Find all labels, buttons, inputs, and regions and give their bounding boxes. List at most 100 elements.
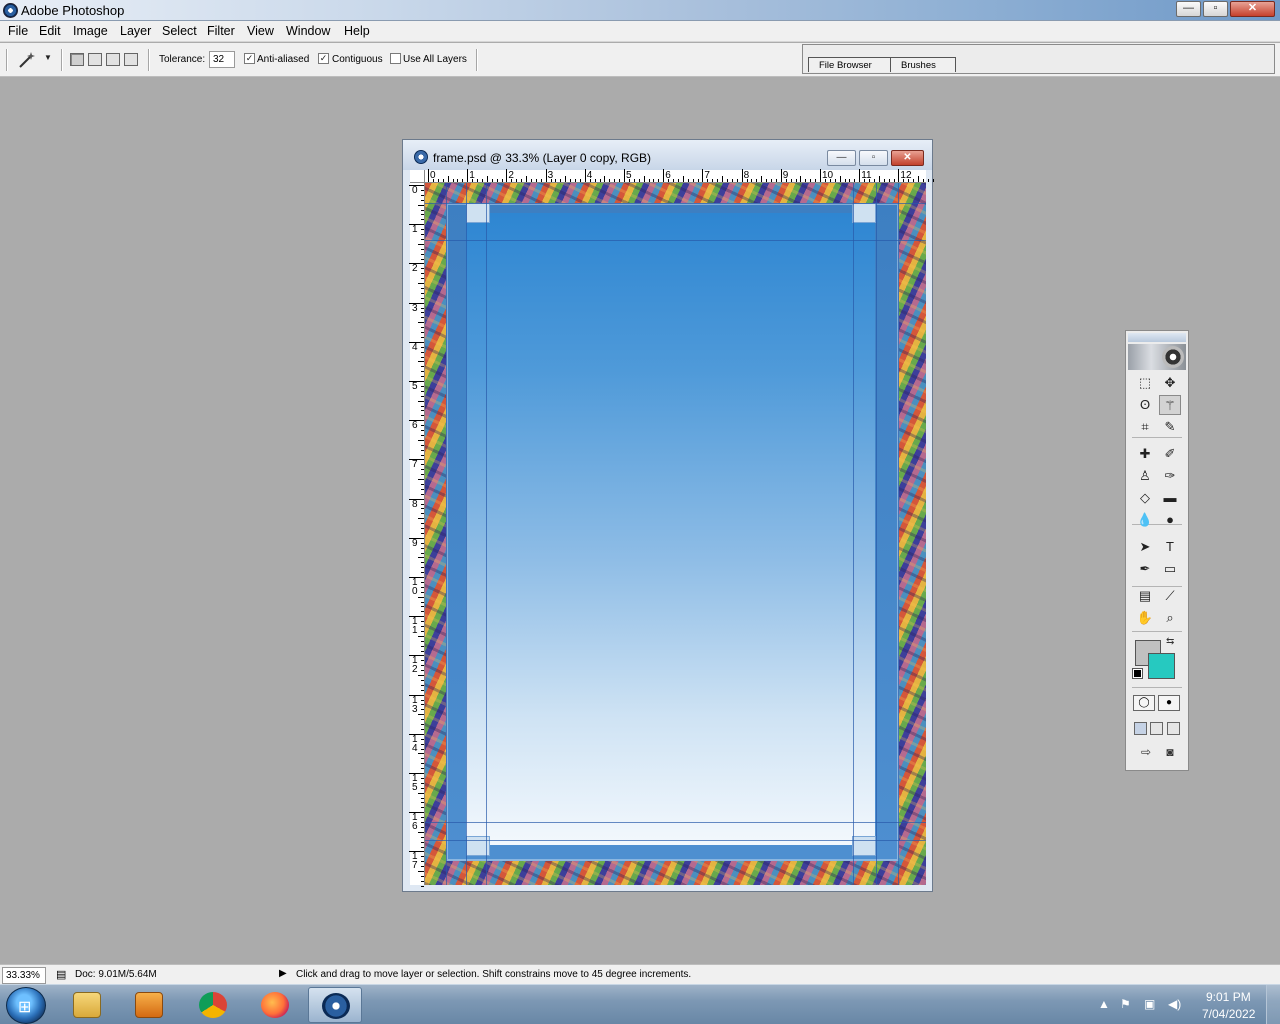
guide-horizontal[interactable] bbox=[425, 822, 926, 823]
new-selection-button[interactable] bbox=[70, 53, 84, 66]
guide-horizontal[interactable] bbox=[425, 240, 926, 241]
tool-preset-dropdown-icon[interactable]: ▼ bbox=[44, 53, 52, 62]
guide-vertical[interactable] bbox=[446, 183, 447, 885]
tab-brushes[interactable]: Brushes bbox=[890, 57, 956, 72]
lasso-icon[interactable]: ʘ bbox=[1134, 395, 1156, 415]
menu-edit[interactable]: Edit bbox=[39, 24, 61, 38]
guide-horizontal[interactable] bbox=[425, 840, 926, 841]
guide-horizontal[interactable] bbox=[425, 203, 926, 204]
move-icon[interactable]: ✥ bbox=[1159, 373, 1181, 393]
close-button[interactable]: ✕ bbox=[1230, 1, 1275, 17]
ruler-tick bbox=[421, 307, 424, 309]
path-selection-icon[interactable]: ➤ bbox=[1134, 537, 1156, 557]
adobe-online-button[interactable] bbox=[1128, 344, 1186, 370]
ruler-horizontal[interactable]: 0 1 2 3 4 5 6 7 8 9 10 11 12 bbox=[425, 169, 934, 183]
volume-icon[interactable]: ◀) bbox=[1168, 997, 1181, 1011]
eraser-icon[interactable]: ◇ bbox=[1134, 488, 1156, 508]
dodge-icon[interactable]: ● bbox=[1159, 510, 1181, 530]
guide-vertical[interactable] bbox=[853, 183, 854, 885]
photoshop-icon[interactable] bbox=[308, 987, 362, 1023]
eye-icon bbox=[1162, 346, 1184, 368]
camera-icon[interactable]: ◙ bbox=[1158, 745, 1182, 763]
magic-wand-icon[interactable] bbox=[16, 50, 38, 70]
toolbox-title-bar[interactable] bbox=[1128, 333, 1186, 342]
intersect-selection-button[interactable] bbox=[124, 53, 138, 66]
zoom-icon[interactable]: ⌕ bbox=[1159, 608, 1181, 628]
use-all-layers-checkbox[interactable] bbox=[390, 53, 401, 64]
jump-to-imageready-icon[interactable]: ⇨ bbox=[1134, 745, 1158, 763]
show-desktop-button[interactable] bbox=[1266, 985, 1280, 1024]
menu-view[interactable]: View bbox=[247, 24, 274, 38]
blur-icon[interactable]: 💧 bbox=[1134, 510, 1156, 530]
crop-icon[interactable]: ⌗ bbox=[1134, 417, 1156, 437]
action-center-flag-icon[interactable]: ⚑ bbox=[1120, 997, 1131, 1011]
brush-icon[interactable]: ✐ bbox=[1159, 444, 1181, 464]
guide-vertical[interactable] bbox=[876, 183, 877, 885]
rectangle-shape-icon[interactable]: ▭ bbox=[1159, 559, 1181, 579]
full-screen-mode-button[interactable] bbox=[1167, 722, 1180, 735]
chrome-icon[interactable] bbox=[186, 987, 240, 1023]
document-info-icon[interactable]: ▤ bbox=[56, 968, 66, 981]
history-brush-icon[interactable]: ✑ bbox=[1159, 466, 1181, 486]
slice-icon[interactable]: ✎ bbox=[1159, 417, 1181, 437]
start-button[interactable]: ⊞ bbox=[6, 987, 46, 1024]
menu-image[interactable]: Image bbox=[73, 24, 108, 38]
guide-vertical[interactable] bbox=[486, 183, 487, 885]
background-color-swatch[interactable] bbox=[1148, 653, 1175, 679]
clone-stamp-icon[interactable]: ♙ bbox=[1134, 466, 1156, 486]
status-menu-arrow-icon[interactable]: ▶ bbox=[279, 968, 287, 979]
document-window[interactable]: frame.psd @ 33.3% (Layer 0 copy, RGB) — … bbox=[402, 139, 934, 892]
network-icon[interactable]: ▣ bbox=[1144, 997, 1155, 1011]
hand-icon[interactable]: ✋ bbox=[1134, 608, 1156, 628]
guide-vertical[interactable] bbox=[898, 183, 899, 885]
subtract-from-selection-button[interactable] bbox=[106, 53, 120, 66]
notes-icon[interactable]: ▤ bbox=[1134, 586, 1156, 606]
use-all-layers-label: Use All Layers bbox=[403, 54, 467, 65]
full-screen-menu-mode-button[interactable] bbox=[1150, 722, 1163, 735]
menu-window[interactable]: Window bbox=[286, 24, 330, 38]
document-title-bar[interactable]: frame.psd @ 33.3% (Layer 0 copy, RGB) — … bbox=[403, 140, 932, 170]
minimize-button[interactable]: — bbox=[1176, 1, 1201, 17]
clock-date[interactable]: 7/04/2022 bbox=[1202, 1007, 1255, 1021]
standard-mode-button[interactable]: ◯ bbox=[1133, 695, 1155, 711]
menu-file[interactable]: File bbox=[8, 24, 28, 38]
maximize-button[interactable]: ▫ bbox=[1203, 1, 1228, 17]
healing-brush-icon[interactable]: ✚ bbox=[1134, 444, 1156, 464]
tab-file-browser[interactable]: File Browser bbox=[808, 57, 892, 72]
zoom-field[interactable]: 33.33% bbox=[2, 967, 46, 984]
ruler-tick bbox=[421, 434, 424, 436]
show-hidden-icons-icon[interactable]: ▲ bbox=[1098, 997, 1110, 1011]
ruler-tick bbox=[687, 179, 689, 182]
magic-wand-icon[interactable]: ⚚ bbox=[1159, 395, 1181, 415]
clock-time[interactable]: 9:01 PM bbox=[1206, 990, 1251, 1004]
swap-colors-icon[interactable]: ⇆ bbox=[1166, 636, 1174, 647]
type-icon[interactable]: T bbox=[1159, 537, 1181, 557]
menu-filter[interactable]: Filter bbox=[207, 24, 235, 38]
guide-vertical[interactable] bbox=[466, 183, 467, 885]
ruler-origin[interactable] bbox=[410, 170, 425, 183]
menu-select[interactable]: Select bbox=[162, 24, 197, 38]
anti-aliased-checkbox[interactable]: ✓ bbox=[244, 53, 255, 64]
rectangular-marquee-icon[interactable]: ⬚ bbox=[1134, 373, 1156, 393]
menu-help[interactable]: Help bbox=[344, 24, 370, 38]
add-to-selection-button[interactable] bbox=[88, 53, 102, 66]
default-colors-icon[interactable] bbox=[1132, 668, 1143, 679]
document-close-button[interactable]: ✕ bbox=[891, 150, 924, 166]
canvas[interactable] bbox=[425, 183, 926, 885]
firefox-icon[interactable] bbox=[248, 987, 302, 1023]
media-player-icon[interactable] bbox=[122, 987, 176, 1023]
file-explorer-icon[interactable] bbox=[60, 987, 114, 1023]
standard-screen-mode-button[interactable] bbox=[1134, 722, 1147, 735]
windows-logo-icon: ⊞ bbox=[18, 999, 32, 1016]
ruler-tick bbox=[486, 176, 488, 182]
quick-mask-mode-button[interactable]: ● bbox=[1158, 695, 1180, 711]
gradient-icon[interactable]: ▬ bbox=[1159, 488, 1181, 508]
contiguous-checkbox[interactable]: ✓ bbox=[318, 53, 329, 64]
pen-icon[interactable]: ✒ bbox=[1134, 559, 1156, 579]
ruler-vertical[interactable]: 0 1 2 3 4 5 6 7 8 9 1 0 1 1 1 2 1 3 1 4 1 5 1 6 1 7 bbox=[409, 183, 425, 887]
tolerance-input[interactable] bbox=[209, 51, 235, 68]
document-minimize-button[interactable]: — bbox=[827, 150, 856, 166]
menu-layer[interactable]: Layer bbox=[120, 24, 151, 38]
eyedropper-icon[interactable]: ⟋ bbox=[1159, 586, 1181, 606]
document-maximize-button[interactable]: ▫ bbox=[859, 150, 888, 166]
